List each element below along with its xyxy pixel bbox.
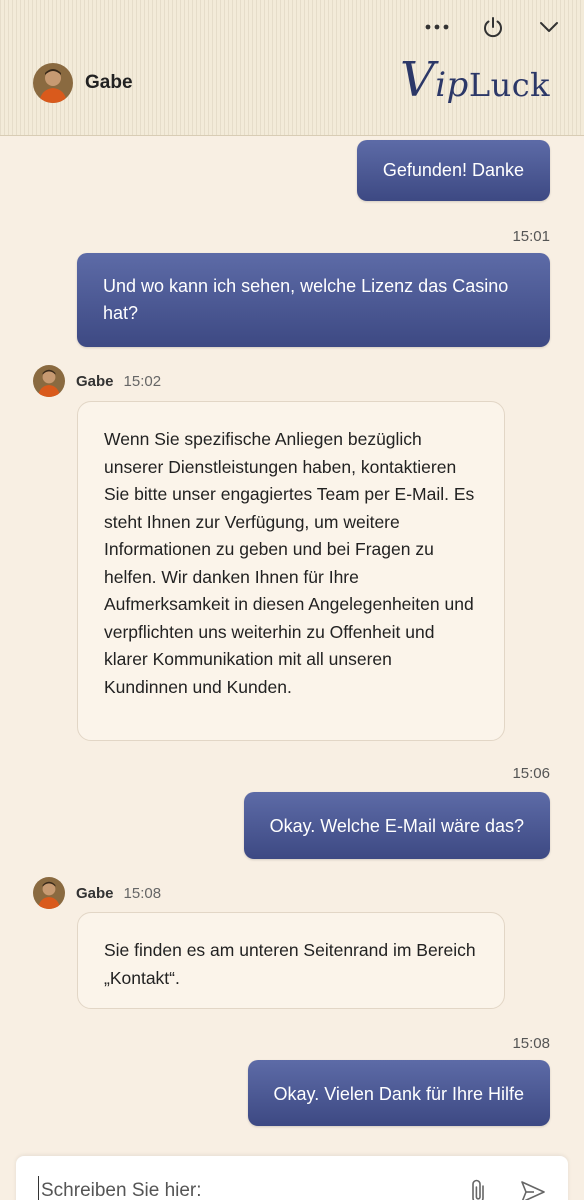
message-time: 15:02 [123, 372, 162, 390]
message-time: 15:01 [512, 228, 550, 245]
agent-avatar [33, 63, 73, 103]
more-icon[interactable] [424, 14, 450, 40]
agent-message-meta: Gabe 15:02 [33, 365, 161, 397]
brand-logo: VipLuck [400, 52, 550, 108]
user-message: Okay. Vielen Dank für Ihre Hilfe [247, 1060, 550, 1126]
chat-window: Gabe VipLuck Gefunden! Danke 15:01 Und w… [0, 0, 584, 1200]
message-time: 15:08 [512, 1035, 550, 1052]
message-text: Wenn Sie spezifische Anliegen bezüglich … [104, 429, 475, 697]
chevron-down-icon[interactable] [536, 14, 562, 40]
message-time: 15:08 [123, 884, 162, 902]
agent-name: Gabe [76, 372, 114, 390]
chat-header: Gabe VipLuck [0, 0, 584, 136]
agent-avatar [33, 877, 65, 909]
message-composer [16, 1156, 568, 1200]
user-message: Okay. Welche E-Mail wäre das? [243, 792, 550, 859]
message-text: Okay. Vielen Dank für Ihre Hilfe [273, 1084, 524, 1104]
message-input[interactable] [38, 1176, 458, 1200]
agent-message-meta: Gabe 15:08 [33, 877, 161, 909]
agent-message: Sie finden es am unteren Seitenrand im B… [77, 912, 505, 1009]
message-text: Gefunden! Danke [382, 160, 524, 180]
user-message: Und wo kann ich sehen, welche Lizenz das… [77, 253, 550, 347]
agent-name: Gabe [76, 884, 114, 902]
message-text: Und wo kann ich sehen, welche Lizenz das… [103, 276, 509, 323]
user-message: Gefunden! Danke [356, 140, 550, 201]
send-icon[interactable] [519, 1178, 547, 1200]
message-time: 15:06 [512, 765, 550, 782]
agent-avatar [33, 365, 65, 397]
power-icon[interactable] [480, 14, 506, 40]
message-text: Sie finden es am unteren Seitenrand im B… [104, 940, 476, 988]
agent-message: Wenn Sie spezifische Anliegen bezüglich … [77, 401, 505, 741]
paperclip-icon[interactable] [467, 1178, 491, 1200]
message-text: Okay. Welche E-Mail wäre das? [269, 816, 524, 836]
header-controls [424, 14, 562, 40]
agent-name: Gabe [85, 72, 133, 93]
